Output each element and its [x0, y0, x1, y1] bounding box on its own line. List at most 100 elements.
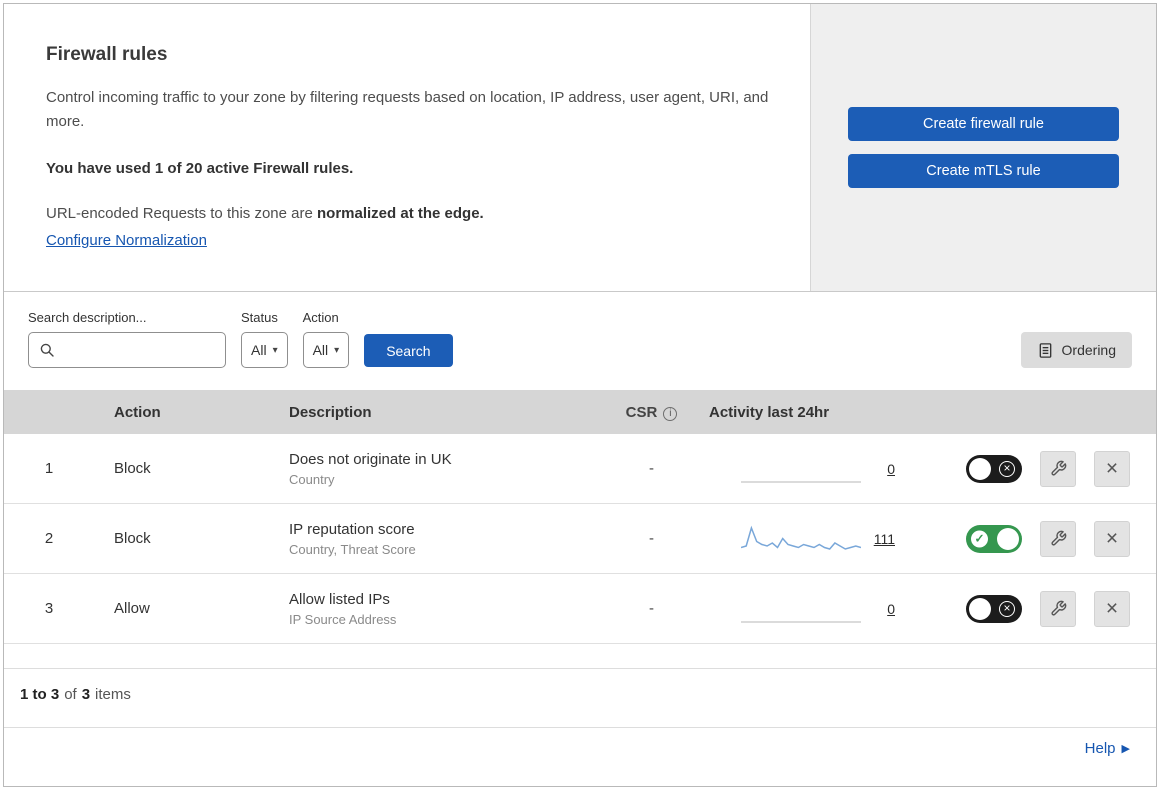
search-input[interactable]	[28, 332, 226, 368]
rule-description-cell: Allow listed IPs IP Source Address	[269, 591, 594, 627]
delete-rule-button[interactable]: ×	[1094, 590, 1130, 627]
header-section: Firewall rules Control incoming traffic …	[4, 4, 1156, 292]
rule-description-cell: Does not originate in UK Country	[269, 451, 594, 487]
ordering-label: Ordering	[1061, 342, 1116, 358]
chevron-down-icon: ▾	[334, 344, 340, 356]
close-icon: ×	[1105, 527, 1119, 550]
help-bar: Help ▶	[4, 727, 1156, 786]
action-label: Action	[302, 310, 339, 325]
wrench-icon	[1050, 530, 1066, 546]
arrow-right-icon: ▶	[1121, 743, 1130, 755]
search-box	[28, 332, 226, 368]
toggle-knob	[997, 527, 1019, 550]
rule-csr: -	[649, 530, 654, 547]
rule-priority: 2	[44, 530, 54, 547]
rule-description: Allow listed IPs	[289, 590, 390, 608]
actions-panel: Create firewall rule Create mTLS rule	[811, 4, 1156, 291]
help-link[interactable]: Help ▶	[1085, 740, 1130, 757]
table-row: 3 Allow Allow listed IPs IP Source Addre…	[4, 574, 1156, 644]
normalization-note: URL-encoded Requests to this zone are no…	[46, 205, 770, 222]
activity-sparkline	[741, 525, 861, 550]
rule-activity-cell: 0	[689, 592, 899, 626]
rule-description-cell: IP reputation score Country, Threat Scor…	[269, 521, 594, 557]
table-bottom-spacer	[4, 644, 1156, 668]
create-firewall-rule-button[interactable]: Create firewall rule	[848, 107, 1119, 141]
rule-activity-cell: 0	[689, 452, 899, 486]
delete-rule-button[interactable]: ×	[1094, 520, 1130, 557]
activity-sparkline	[741, 480, 861, 483]
rule-csr: -	[649, 460, 654, 477]
create-mtls-rule-button[interactable]: Create mTLS rule	[848, 154, 1119, 188]
action-filter-group: Action All ▾	[302, 310, 350, 368]
ordering-button[interactable]: Ordering	[1020, 332, 1132, 368]
edit-rule-button[interactable]	[1040, 450, 1076, 487]
table-header: Action Description CSR i Activity last 24…	[4, 390, 1156, 434]
rule-controls: ✓ × ×	[899, 450, 1156, 487]
normalization-text: URL-encoded Requests to this zone are	[46, 205, 313, 222]
rule-action: Block	[114, 460, 151, 477]
activity-sparkline	[741, 620, 861, 623]
items-range: 1 to 3	[20, 686, 60, 703]
search-icon	[40, 343, 54, 357]
edit-rule-button[interactable]	[1040, 520, 1076, 557]
page-description: Control incoming traffic to your zone by…	[46, 89, 769, 130]
rule-criteria: IP Source Address	[289, 611, 397, 627]
status-filter-group: Status All ▾	[241, 310, 288, 368]
rule-enabled-toggle[interactable]: ✓ ×	[966, 594, 1022, 623]
edit-rule-button[interactable]	[1040, 590, 1076, 627]
pagination-summary: 1 to 3 of 3 items	[4, 668, 1156, 727]
activity-count-link[interactable]: 0	[887, 601, 895, 617]
rule-csr: -	[649, 600, 654, 617]
close-icon: ×	[1105, 457, 1119, 480]
header-panel: Firewall rules Control incoming traffic …	[4, 4, 811, 291]
search-button[interactable]: Search	[364, 334, 453, 367]
rule-criteria: Country	[289, 471, 335, 487]
rule-priority: 1	[44, 460, 54, 477]
chevron-down-icon: ▾	[272, 344, 278, 356]
wrench-icon	[1050, 460, 1066, 476]
wrench-icon	[1050, 600, 1066, 616]
page-title: Firewall rules	[46, 44, 168, 65]
configure-normalization-link[interactable]: Configure Normalization	[46, 232, 207, 249]
status-label: Status	[241, 310, 278, 325]
csr-column-header: CSR i	[594, 404, 689, 421]
list-document-icon	[1039, 342, 1051, 358]
rule-enabled-toggle[interactable]: ✓ ×	[966, 454, 1022, 483]
rule-criteria: Country, Threat Score	[289, 541, 416, 557]
table-row: 1 Block Does not originate in UK Country…	[4, 434, 1156, 504]
x-icon: ×	[999, 460, 1015, 477]
status-value: All	[251, 342, 267, 358]
rule-controls: ✓ × ×	[899, 590, 1156, 627]
status-dropdown[interactable]: All ▾	[241, 332, 288, 368]
usage-summary: You have used 1 of 20 active Firewall ru…	[46, 160, 354, 177]
rule-controls: ✓ × ×	[899, 520, 1156, 557]
search-label: Search description...	[28, 310, 147, 325]
rule-enabled-toggle[interactable]: ✓ ×	[966, 524, 1022, 553]
description-column-header: Description	[289, 403, 372, 421]
search-group: Search description...	[28, 310, 226, 368]
x-icon: ×	[999, 600, 1015, 617]
close-icon: ×	[1105, 597, 1119, 620]
items-total: 3	[81, 686, 91, 703]
toggle-knob	[969, 597, 991, 620]
info-icon[interactable]: i	[663, 406, 678, 421]
rule-action: Block	[114, 530, 151, 547]
action-column-header: Action	[114, 403, 161, 421]
toggle-knob	[969, 457, 991, 480]
table-row: 2 Block IP reputation score Country, Thr…	[4, 504, 1156, 574]
filter-bar: Search description... Status All ▾ Actio…	[4, 292, 1156, 390]
normalization-bold: normalized at the edge.	[317, 205, 484, 222]
firewall-rules-card: Firewall rules Control incoming traffic …	[3, 3, 1157, 787]
rule-activity-cell: 111	[689, 522, 899, 556]
activity-count-link[interactable]: 111	[874, 531, 895, 547]
rule-description: IP reputation score	[289, 520, 415, 538]
rule-description: Does not originate in UK	[289, 450, 452, 468]
delete-rule-button[interactable]: ×	[1094, 450, 1130, 487]
rule-priority: 3	[44, 600, 54, 617]
check-icon: ✓	[971, 530, 988, 547]
activity-count-link[interactable]: 0	[887, 461, 895, 477]
action-value: All	[312, 342, 329, 358]
rule-action: Allow	[114, 600, 150, 617]
action-dropdown[interactable]: All ▾	[302, 332, 350, 368]
activity-column-header: Activity last 24hr	[709, 403, 830, 421]
